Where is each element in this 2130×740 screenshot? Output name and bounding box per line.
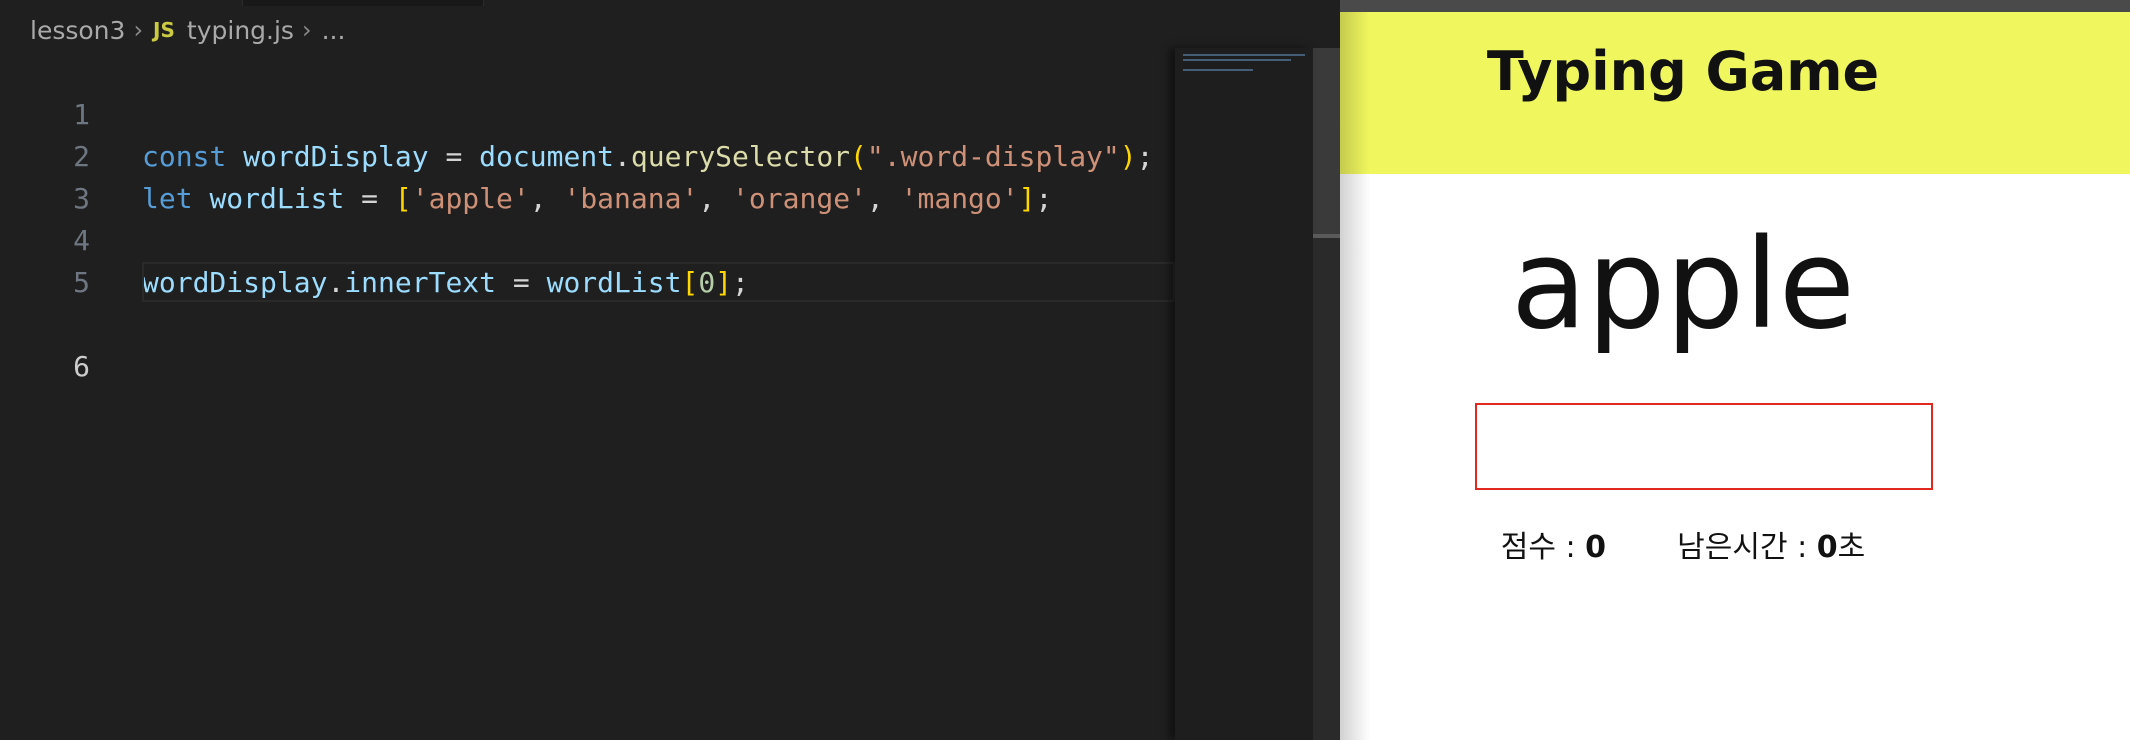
breadcrumb-file[interactable]: typing.js (187, 16, 294, 45)
browser-preview: Typing Game apple 점수 : 0 남은시간 : 0초 (1340, 0, 2130, 740)
preview-top-bar (1340, 0, 2130, 12)
line-number: 6 (73, 350, 90, 383)
code-line-3[interactable]: 3 (0, 136, 1175, 215)
code-editor[interactable]: lesson3 › JS typing.js › ... 1 const wor… (0, 0, 1340, 740)
code-line-4[interactable]: 4 wordDisplay.innerText = wordList[0]; (0, 178, 1175, 299)
chevron-right-icon: › (301, 16, 312, 44)
breadcrumb-more[interactable]: ... (322, 16, 346, 45)
code-line-2[interactable]: 2 let wordList = ['apple', 'banana', 'or… (0, 94, 1175, 215)
page-title: Typing Game (1486, 40, 1880, 103)
panel-shadow (1340, 12, 1370, 740)
score-value: 0 (1585, 530, 1607, 565)
minimap-line (1183, 59, 1291, 61)
breadcrumb: lesson3 › JS typing.js › ... (30, 12, 345, 48)
active-tab-edge[interactable] (242, 0, 484, 6)
word-input[interactable] (1475, 403, 1933, 490)
tab-strip (0, 0, 1340, 8)
time-unit: 초 (1837, 530, 1866, 565)
chevron-right-icon: › (133, 16, 144, 44)
time-label: 남은시간 : (1677, 530, 1808, 565)
current-line-highlight (142, 262, 1175, 302)
score-label: 점수 : (1500, 530, 1576, 565)
time-value: 0 (1816, 530, 1838, 565)
scrollbar-thumb[interactable] (1313, 48, 1340, 234)
game-stats: 점수 : 0 남은시간 : 0초 (1340, 522, 2026, 566)
minimap-line (1183, 54, 1305, 56)
breadcrumb-folder[interactable]: lesson3 (30, 16, 125, 45)
word-display: apple (1510, 213, 1856, 357)
minimap-line (1183, 69, 1253, 71)
code-line-5[interactable]: 5 (0, 220, 1175, 299)
scrollbar-cursor-marker (1313, 234, 1340, 238)
minimap[interactable] (1175, 48, 1313, 740)
code-line-6[interactable]: 6 (0, 262, 1175, 383)
code-area[interactable]: 1 const wordDisplay = document.querySele… (0, 52, 1175, 740)
code-line-1[interactable]: 1 const wordDisplay = document.querySele… (0, 52, 1175, 173)
javascript-file-icon: JS (153, 18, 175, 42)
